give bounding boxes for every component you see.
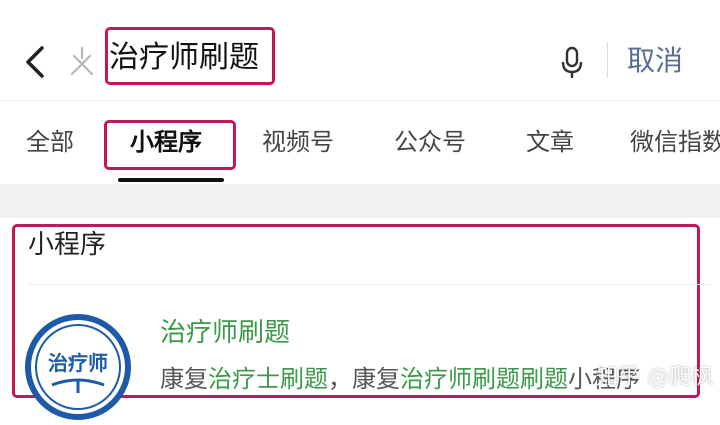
logo-text: 治疗师 xyxy=(48,351,108,375)
desc-match: 刷题 xyxy=(472,365,520,393)
divider xyxy=(607,42,608,78)
microphone-icon[interactable] xyxy=(557,44,587,82)
tab-channels[interactable]: 视频号 xyxy=(262,122,334,162)
mini-program-logo[interactable]: 治疗师 xyxy=(24,313,132,421)
tab-wechat-index[interactable]: 微信指数 xyxy=(630,122,720,162)
tab-articles[interactable]: 文章 xyxy=(526,122,574,162)
active-tab-indicator xyxy=(118,178,224,182)
cancel-button[interactable]: 取消 xyxy=(627,40,683,82)
mini-program-description: 康复治疗士刷题，康复治疗师刷题刷题小程序 xyxy=(160,362,640,396)
desc-match: 治疗士 xyxy=(208,365,280,393)
section-title: 小程序 xyxy=(28,230,107,260)
desc-text: 康复 xyxy=(160,365,208,393)
mini-program-name[interactable]: 治疗师刷题 xyxy=(160,315,290,351)
desc-match: 治疗师 xyxy=(400,365,472,393)
watermark: 知乎 @爬枫 xyxy=(596,365,713,390)
search-sparkle-icon xyxy=(64,44,100,80)
tab-official-accounts[interactable]: 公众号 xyxy=(394,122,466,162)
tab-all[interactable]: 全部 xyxy=(26,122,74,162)
tab-mini-program[interactable]: 小程序 xyxy=(130,122,202,162)
divider xyxy=(28,284,712,285)
search-input[interactable]: 治疗师刷题 xyxy=(109,38,259,78)
desc-match: 刷题 xyxy=(520,365,568,393)
desc-match: 刷题 xyxy=(280,365,328,393)
desc-text: ，康复 xyxy=(328,365,400,393)
back-icon[interactable] xyxy=(20,40,54,84)
section-separator xyxy=(0,184,720,218)
